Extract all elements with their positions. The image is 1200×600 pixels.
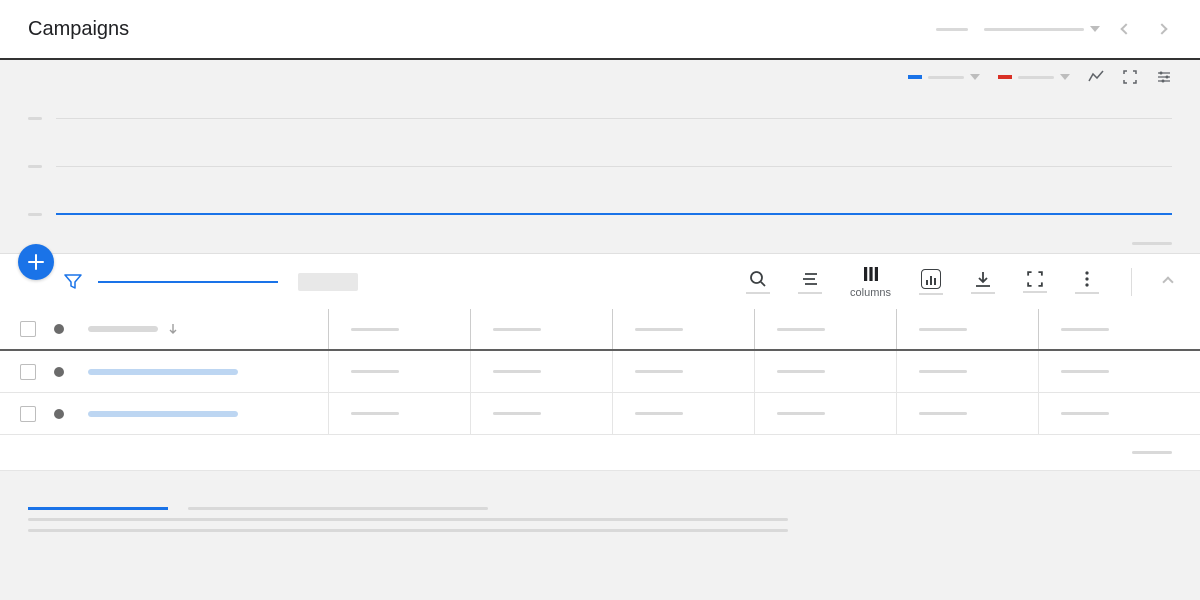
sort-arrow-down-icon — [168, 324, 178, 334]
text-placeholder — [188, 507, 488, 510]
campaign-name-link[interactable] — [88, 369, 238, 375]
column-header[interactable] — [754, 309, 896, 349]
campaign-name-header[interactable] — [88, 324, 328, 334]
table-cell — [328, 393, 470, 434]
table-cell — [612, 393, 754, 434]
table-cell — [1038, 393, 1180, 434]
table-cell — [896, 351, 1038, 392]
column-header[interactable] — [470, 309, 612, 349]
legend-series-1[interactable] — [908, 74, 980, 80]
page-title: Campaigns — [28, 18, 129, 41]
vertical-dots-icon — [1078, 270, 1096, 288]
filter-chip[interactable] — [298, 273, 358, 291]
column-header[interactable] — [328, 309, 470, 349]
columns-label: columns — [850, 287, 891, 299]
swatch-red — [998, 75, 1012, 79]
chart-series-line — [56, 213, 1172, 215]
status-header-icon — [54, 324, 64, 334]
table-cell — [754, 393, 896, 434]
table-cell — [470, 351, 612, 392]
pagination-placeholder — [1132, 451, 1172, 454]
table-cell — [470, 393, 612, 434]
collapse-panel-button[interactable] — [1164, 273, 1172, 291]
bottom-link[interactable] — [28, 507, 168, 510]
header-controls — [936, 19, 1172, 39]
expand-chart-button[interactable] — [1122, 69, 1138, 85]
date-range-selector[interactable] — [984, 26, 1100, 32]
status-dot-icon — [54, 367, 64, 377]
add-campaign-button[interactable] — [18, 244, 54, 280]
reports-button[interactable] — [919, 269, 943, 295]
table-cell — [1038, 351, 1180, 392]
filter-chip-link[interactable] — [98, 281, 278, 283]
reports-icon — [921, 269, 941, 289]
segment-icon — [801, 270, 819, 288]
select-all-checkbox[interactable] — [20, 321, 36, 337]
breadcrumb-placeholder — [936, 28, 968, 31]
table-toolbar: columns — [0, 253, 1200, 309]
bottom-section — [0, 471, 1200, 552]
date-next-button[interactable] — [1152, 19, 1172, 39]
table-cell — [328, 351, 470, 392]
chart-legend-bar — [0, 60, 1200, 94]
more-options-button[interactable] — [1075, 270, 1099, 294]
column-header[interactable] — [896, 309, 1038, 349]
chart-x-label — [1132, 242, 1172, 245]
table-header-row — [0, 309, 1200, 351]
download-icon — [974, 270, 992, 288]
table-cell — [612, 351, 754, 392]
page-header: Campaigns — [0, 0, 1200, 60]
swatch-blue — [908, 75, 922, 79]
legend-series-2[interactable] — [998, 74, 1070, 80]
status-dot-icon — [54, 409, 64, 419]
campaign-name-link[interactable] — [88, 411, 238, 417]
caret-down-icon — [1060, 74, 1070, 80]
caret-down-icon — [970, 74, 980, 80]
search-icon — [749, 270, 767, 288]
columns-button[interactable]: columns — [850, 265, 891, 299]
caret-down-icon — [1090, 26, 1100, 32]
segment-button[interactable] — [798, 270, 822, 294]
chart-settings-button[interactable] — [1156, 69, 1172, 85]
expand-icon — [1027, 271, 1043, 287]
filter-button[interactable] — [64, 273, 82, 291]
search-button[interactable] — [746, 270, 770, 294]
campaigns-table — [0, 309, 1200, 435]
column-header[interactable] — [1038, 309, 1180, 349]
expand-table-button[interactable] — [1023, 271, 1047, 293]
table-cell — [896, 393, 1038, 434]
column-header[interactable] — [612, 309, 754, 349]
columns-icon — [862, 265, 880, 283]
table-cell — [754, 351, 896, 392]
row-checkbox[interactable] — [20, 406, 36, 422]
text-placeholder — [28, 518, 788, 521]
table-footer — [0, 435, 1200, 471]
row-checkbox[interactable] — [20, 364, 36, 380]
download-button[interactable] — [971, 270, 995, 294]
chart-type-button[interactable] — [1088, 69, 1104, 85]
table-row[interactable] — [0, 393, 1200, 435]
date-prev-button[interactable] — [1116, 19, 1136, 39]
text-placeholder — [28, 529, 788, 532]
table-row[interactable] — [0, 351, 1200, 393]
chart-area — [0, 94, 1200, 253]
